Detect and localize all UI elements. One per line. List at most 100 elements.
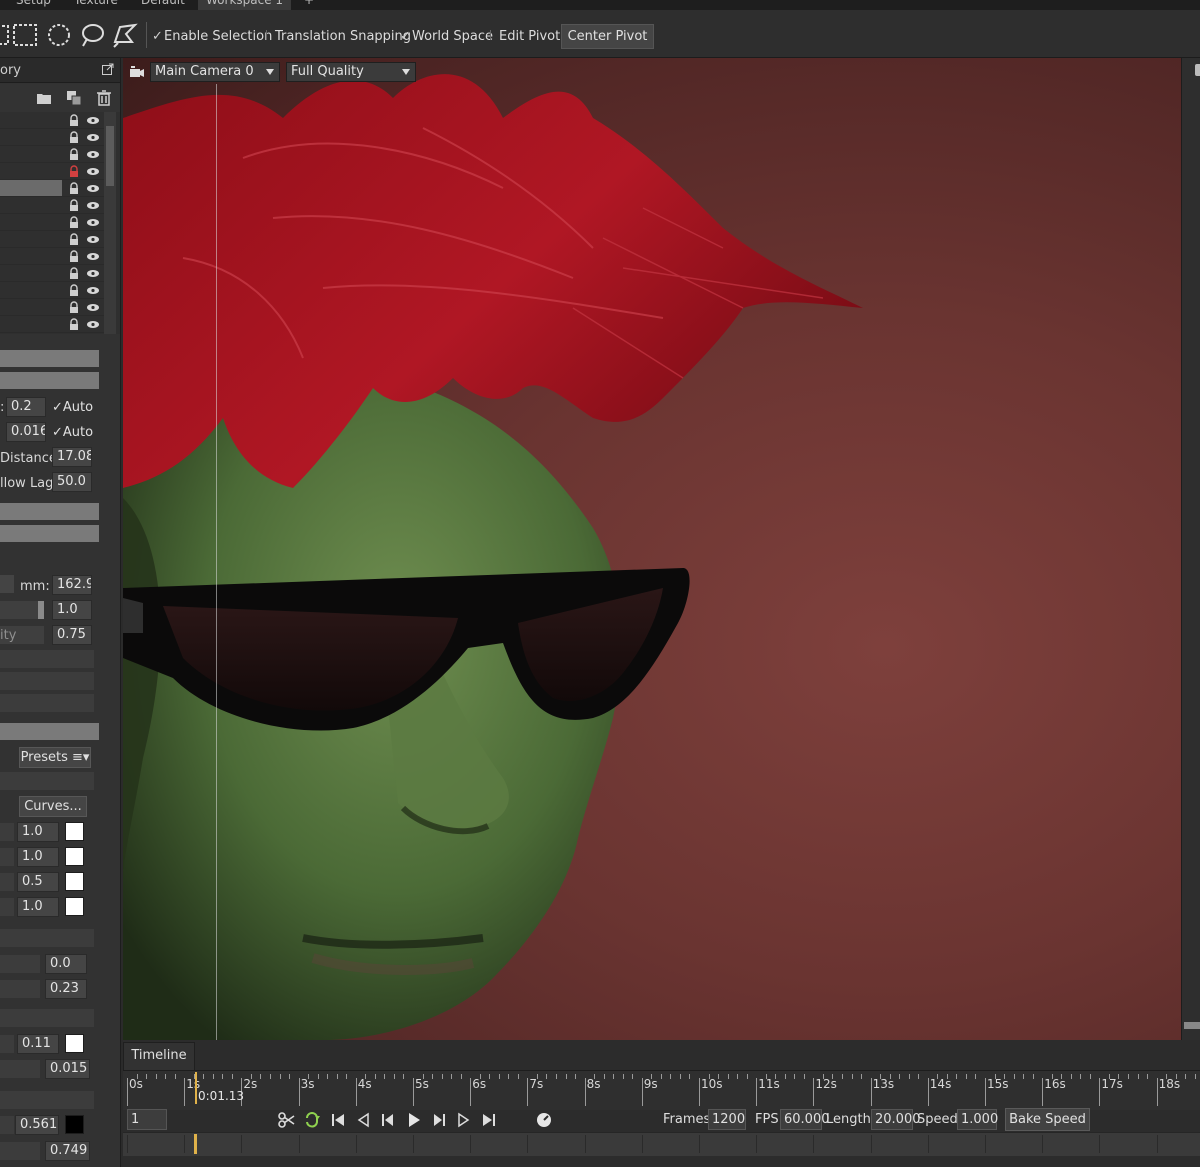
folder-icon[interactable]	[36, 90, 52, 106]
param-field[interactable]: 0.2	[6, 397, 46, 417]
channel-field[interactable]: 0.5	[17, 872, 59, 892]
param-field[interactable]: 0.0	[45, 954, 87, 974]
param-slider[interactable]	[0, 1116, 14, 1134]
eye-icon[interactable]	[86, 218, 100, 227]
eye-icon[interactable]	[86, 184, 100, 193]
color-swatch[interactable]	[65, 822, 84, 841]
camera-dropdown[interactable]: Main Camera 0	[150, 62, 280, 82]
length-field[interactable]: 20.000	[871, 1109, 921, 1130]
edit-pivot-checkbox[interactable]: Edit Pivot	[490, 28, 560, 46]
tab-setup[interactable]: Setup	[8, 0, 59, 10]
timeline-track[interactable]	[123, 1132, 1200, 1156]
param-field[interactable]: 0.23	[45, 979, 87, 999]
tab-timeline[interactable]: Timeline	[123, 1042, 195, 1070]
eye-icon[interactable]	[86, 201, 100, 210]
section-header[interactable]	[0, 503, 99, 520]
camera-icon[interactable]	[129, 65, 145, 79]
param-field[interactable]: 0.016	[6, 422, 46, 442]
lock-icon[interactable]	[69, 165, 79, 178]
param-field[interactable]: 0.749	[45, 1141, 90, 1161]
section-header[interactable]	[0, 372, 99, 389]
lock-icon[interactable]	[69, 301, 79, 314]
presets-button[interactable]: Presets ≡▾	[19, 747, 91, 768]
tab-workspace-1[interactable]: Workspace 1	[198, 0, 292, 10]
channel-field[interactable]: 1.0	[17, 897, 59, 917]
lock-icon[interactable]	[69, 284, 79, 297]
polygon-lasso-icon[interactable]	[112, 22, 138, 48]
outliner-row[interactable]	[0, 265, 104, 282]
lasso-icon[interactable]	[79, 22, 105, 48]
skip-start-icon[interactable]	[329, 1111, 347, 1129]
outliner-row[interactable]	[0, 146, 104, 163]
eye-icon[interactable]	[86, 320, 100, 329]
auto-checkbox[interactable]: ✓Auto	[52, 400, 93, 415]
outliner-scrollbar[interactable]	[104, 112, 116, 334]
eye-icon[interactable]	[86, 133, 100, 142]
channel-slider[interactable]	[0, 898, 14, 916]
outliner-row[interactable]	[0, 163, 104, 180]
play-icon[interactable]	[405, 1111, 423, 1129]
eye-icon[interactable]	[86, 286, 100, 295]
focus-distance-field[interactable]: 17.08	[52, 447, 92, 467]
loop-icon[interactable]	[303, 1111, 321, 1129]
prev-key-icon[interactable]	[354, 1111, 372, 1129]
gear-icon[interactable]	[1195, 64, 1200, 76]
channel-slider[interactable]	[0, 873, 14, 891]
tab-texture[interactable]: Texture	[66, 0, 126, 10]
3d-viewport[interactable]: Main Camera 0 Full Quality	[123, 58, 1181, 1040]
outliner-row[interactable]	[0, 197, 104, 214]
skip-end-icon[interactable]	[480, 1111, 498, 1129]
outliner-row[interactable]	[0, 299, 104, 316]
param-field[interactable]: 0.11	[17, 1034, 59, 1054]
track-playhead[interactable]	[194, 1134, 197, 1154]
playhead[interactable]	[195, 1072, 197, 1104]
translation-snapping-checkbox[interactable]: Translation Snapping	[266, 28, 411, 46]
section-header[interactable]	[0, 525, 99, 542]
scrollbar-thumb[interactable]	[106, 126, 114, 186]
opacity-field[interactable]: 0.75	[52, 625, 92, 645]
color-swatch[interactable]	[65, 897, 84, 916]
lock-icon[interactable]	[69, 318, 79, 331]
lock-icon[interactable]	[69, 199, 79, 212]
step-back-icon[interactable]	[379, 1111, 397, 1129]
color-swatch[interactable]	[65, 1034, 84, 1053]
param-slider[interactable]	[0, 1060, 40, 1078]
lock-icon[interactable]	[69, 148, 79, 161]
channel-slider[interactable]	[0, 848, 14, 866]
section-header[interactable]	[0, 350, 99, 367]
follow-lag-field[interactable]: 50.0	[52, 472, 92, 492]
quality-dropdown[interactable]: Full Quality	[286, 62, 416, 82]
enable-selection-checkbox[interactable]: ✓Enable Selection	[152, 28, 272, 46]
outliner-row[interactable]	[0, 180, 104, 197]
fps-field[interactable]: 60.000	[780, 1109, 830, 1130]
lasso-circle-icon[interactable]	[46, 22, 72, 48]
center-pivot-button[interactable]: Center Pivot	[561, 24, 654, 49]
lock-icon[interactable]	[69, 131, 79, 144]
timeline-ruler[interactable]: 0s 1s 2s 3s 4s 5s 6s 7s 8s 9s 10s 11s 12s 13s 14s 15s 16…	[123, 1070, 1200, 1110]
frames-field[interactable]: 1200	[708, 1109, 746, 1130]
lock-icon[interactable]	[69, 250, 79, 263]
marquee-select-icon[interactable]	[12, 22, 38, 48]
param-slider[interactable]	[0, 1142, 40, 1160]
color-swatch[interactable]	[65, 1115, 84, 1134]
param-slider[interactable]	[0, 955, 40, 973]
eye-icon[interactable]	[86, 252, 100, 261]
focal-length-field[interactable]: 162.9	[52, 575, 92, 595]
lock-icon[interactable]	[69, 182, 79, 195]
speed-field[interactable]: 1.000	[957, 1109, 998, 1130]
channel-field[interactable]: 1.0	[17, 847, 59, 867]
lock-icon[interactable]	[69, 216, 79, 229]
duplicate-icon[interactable]	[66, 90, 82, 106]
channel-slider[interactable]	[0, 823, 14, 841]
eye-icon[interactable]	[86, 150, 100, 159]
color-swatch[interactable]	[65, 872, 84, 891]
outliner-row[interactable]	[0, 112, 104, 129]
step-forward-icon[interactable]	[430, 1111, 448, 1129]
lock-icon[interactable]	[69, 267, 79, 280]
eye-icon[interactable]	[86, 167, 100, 176]
outliner-row[interactable]	[0, 316, 104, 333]
param-slider[interactable]	[0, 1035, 14, 1053]
resize-handle[interactable]	[1184, 1022, 1200, 1029]
param-field[interactable]: 0.015	[45, 1059, 90, 1079]
eye-icon[interactable]	[86, 235, 100, 244]
